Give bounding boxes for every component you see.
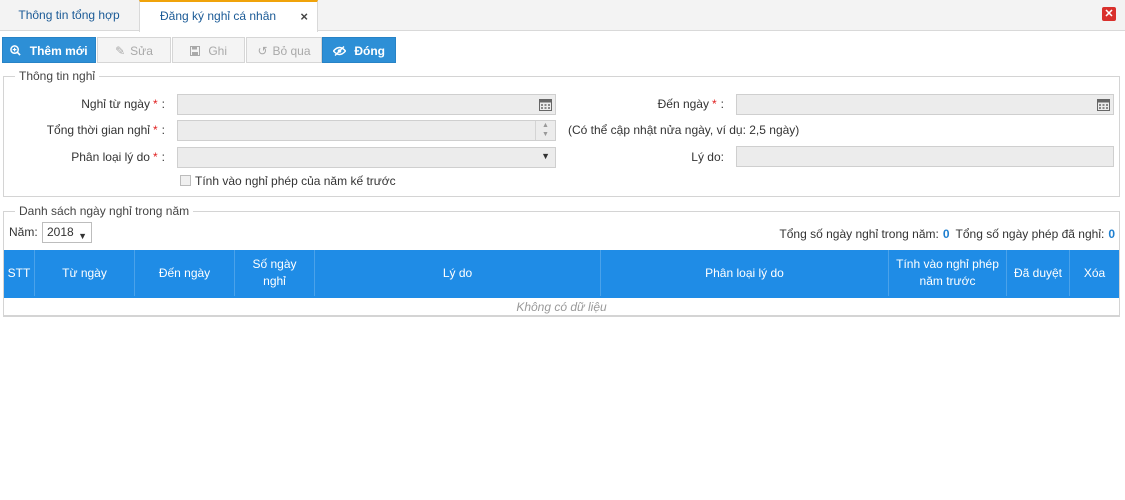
from-date-label-text: Nghỉ từ ngày xyxy=(81,97,150,111)
to-date-label: Đến ngày *: xyxy=(580,95,724,113)
reason-label: Lý do: xyxy=(691,150,724,164)
leave-grid-header: STT Từ ngày Đến ngày Số ngày nghỉ Lý do … xyxy=(4,250,1119,296)
add-new-label: Thêm mới xyxy=(29,44,88,58)
spin-down-icon[interactable]: ▼ xyxy=(536,130,555,139)
reason-type-label: Phân loại lý do *: xyxy=(20,148,165,166)
colon: : xyxy=(161,123,165,137)
skip-label: Bỏ qua xyxy=(272,44,311,58)
chevron-down-icon: ▼ xyxy=(541,151,550,161)
from-date-input[interactable] xyxy=(177,94,556,115)
leave-grid-empty-message: Không có dữ liệu xyxy=(4,296,1119,316)
column-header[interactable]: STT xyxy=(4,250,35,296)
tab-close-icon[interactable]: × xyxy=(300,2,308,31)
calendar-icon[interactable] xyxy=(1097,98,1110,111)
total-days-value: 0 xyxy=(942,227,950,241)
add-new-button[interactable]: Thêm mới xyxy=(2,37,96,63)
colon: : xyxy=(161,97,165,111)
pencil-icon: ✎ xyxy=(115,44,126,58)
duration-spinner[interactable]: ▲ ▼ xyxy=(535,121,555,140)
total-leave-label: Tổng số ngày phép đã nghỉ: xyxy=(955,227,1105,241)
close-label: Đóng xyxy=(354,44,385,58)
column-header[interactable]: Từ ngày xyxy=(35,250,135,296)
spin-up-icon[interactable]: ▲ xyxy=(536,121,555,130)
window-close-icon[interactable]: ✕ xyxy=(1102,7,1116,21)
required-mark: * xyxy=(152,150,158,164)
save-label: Ghi xyxy=(208,44,228,58)
prior-year-checkbox-label: Tính vào nghỉ phép của năm kế trước xyxy=(195,174,396,188)
duration-label: Tổng thời gian nghỉ *: xyxy=(10,121,165,139)
from-date-label: Nghỉ từ ngày *: xyxy=(20,95,165,113)
add-icon xyxy=(10,44,24,58)
tab-general-info[interactable]: Thông tin tổng hợp xyxy=(0,0,138,31)
colon: : xyxy=(720,97,724,111)
column-header[interactable]: Phân loại lý do xyxy=(601,250,889,296)
year-select[interactable]: 2018 ▼ xyxy=(42,222,92,243)
column-header[interactable]: Số ngày nghỉ xyxy=(235,250,315,296)
to-date-input[interactable] xyxy=(736,94,1114,115)
total-days-label: Tổng số ngày nghỉ trong năm: xyxy=(779,227,939,241)
year-label: Năm: xyxy=(9,225,38,239)
colon: : xyxy=(161,150,165,164)
calendar-icon[interactable] xyxy=(539,98,552,111)
column-header[interactable]: Lý do xyxy=(315,250,601,296)
column-header[interactable]: Đến ngày xyxy=(135,250,235,296)
skip-button[interactable]: ↺ Bỏ qua xyxy=(246,37,322,63)
required-mark: * xyxy=(152,97,158,111)
eye-slash-icon xyxy=(332,44,349,58)
total-leave-value: 0 xyxy=(1108,227,1115,241)
edit-label: Sửa xyxy=(130,44,153,58)
to-date-label-text: Đến ngày xyxy=(657,97,709,111)
year-value: 2018 xyxy=(47,225,74,239)
close-button[interactable]: Đóng xyxy=(322,37,396,63)
leave-totals: Tổng số ngày nghỉ trong năm: 0 Tổng số ngà… xyxy=(779,227,1115,241)
reason-input[interactable] xyxy=(736,146,1114,167)
required-mark: * xyxy=(152,123,158,137)
chevron-down-icon: ▼ xyxy=(78,231,87,241)
reason-type-select[interactable]: ▼ xyxy=(177,147,556,168)
save-icon xyxy=(189,44,203,58)
edit-button[interactable]: ✎ Sửa xyxy=(97,37,171,63)
duration-note: (Có thể cập nhật nửa ngày, ví dụ: 2,5 ng… xyxy=(568,123,800,137)
duration-label-text: Tổng thời gian nghỉ xyxy=(46,123,150,137)
undo-icon: ↺ xyxy=(257,44,268,58)
save-button[interactable]: Ghi xyxy=(172,37,245,63)
tab-personal-leave[interactable]: Đăng ký nghỉ cá nhân × xyxy=(139,0,318,32)
column-header[interactable]: Tính vào nghỉ phép năm trước xyxy=(889,250,1007,296)
reason-type-label-text: Phân loại lý do xyxy=(71,150,150,164)
prior-year-checkbox[interactable] xyxy=(180,175,191,186)
tab-bar: Thông tin tổng hợp Đăng ký nghỉ cá nhân … xyxy=(0,0,1125,32)
column-header[interactable]: Xóa xyxy=(1070,250,1119,296)
duration-input[interactable]: ▲ ▼ xyxy=(177,120,556,141)
tab-personal-leave-label: Đăng ký nghỉ cá nhân xyxy=(160,9,277,23)
required-mark: * xyxy=(711,97,717,111)
leave-list-legend: Danh sách ngày nghỉ trong năm xyxy=(15,204,194,218)
leave-info-legend: Thông tin nghỉ xyxy=(15,69,100,83)
column-header[interactable]: Đã duyệt xyxy=(1007,250,1070,296)
